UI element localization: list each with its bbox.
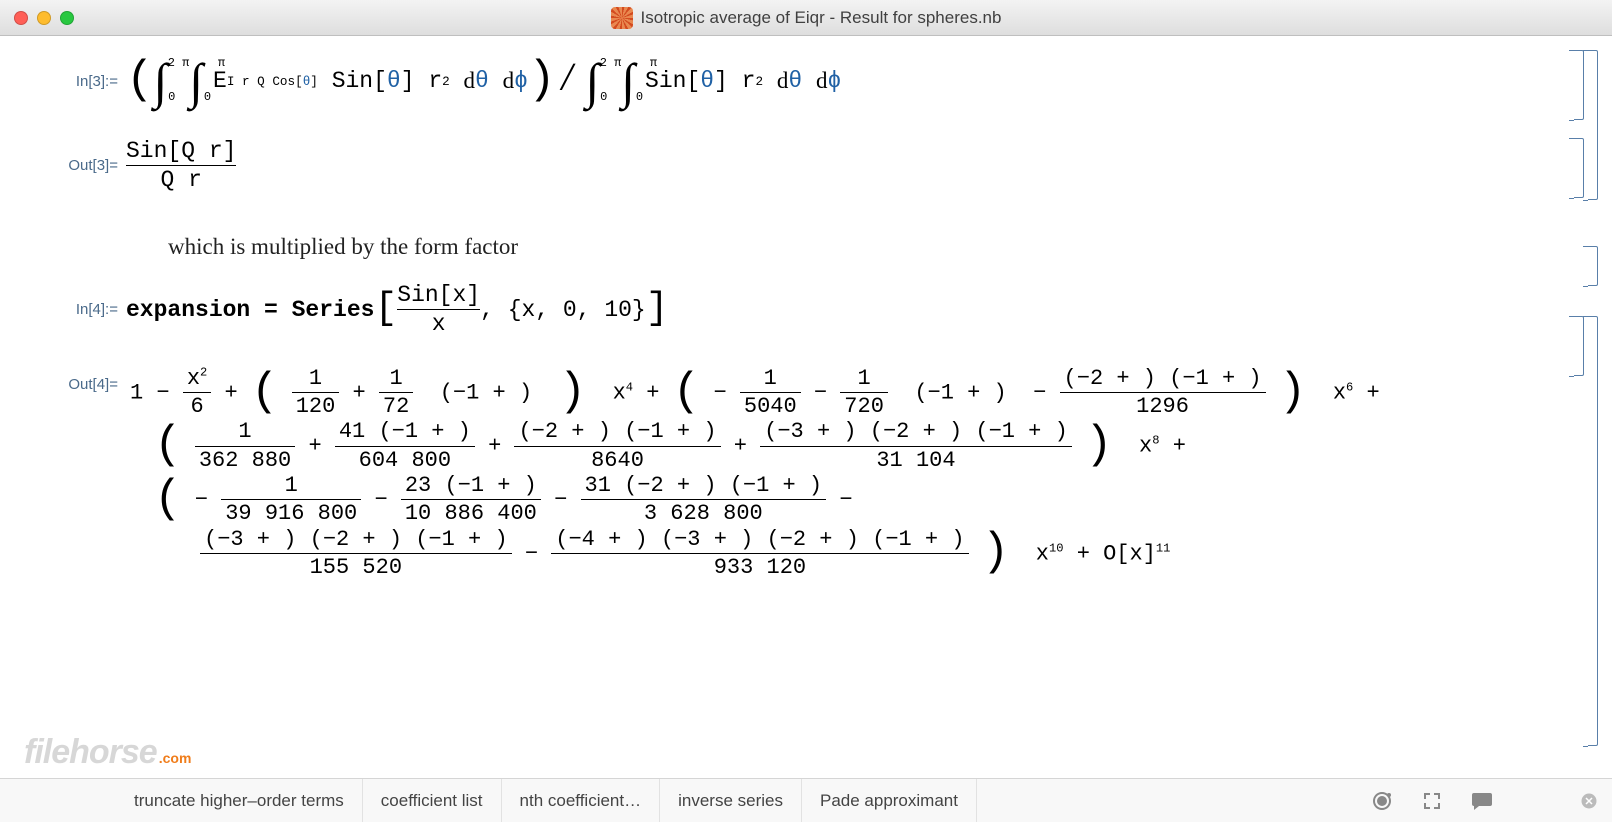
minimize-window-button[interactable]: [37, 11, 51, 25]
suggestion-inverse-series[interactable]: inverse series: [660, 779, 802, 822]
cell-bracket[interactable]: [1574, 50, 1584, 120]
cell-out3[interactable]: Sin[Q r] Q r: [126, 138, 236, 194]
cell-in4[interactable]: expansion = Series [ Sin[x] x , {x, 0, 1…: [126, 282, 669, 338]
window-title: Isotropic average of Eiqr - Result for s…: [641, 8, 1002, 28]
window-controls: [14, 11, 74, 25]
wolfram-alpha-icon[interactable]: [1370, 789, 1394, 813]
suggestion-truncate[interactable]: truncate higher–order terms: [116, 779, 363, 822]
cell-out4[interactable]: 1 − x2 6 + ( 1120 + 172 (−1 + ) ) x4 +: [130, 366, 1380, 580]
cell-bracket[interactable]: [1588, 246, 1598, 286]
app-icon: [611, 7, 633, 29]
close-suggestions-icon[interactable]: [1580, 792, 1598, 810]
cell-group-bracket[interactable]: [1588, 316, 1598, 746]
watermark: filehorse.com: [24, 733, 191, 772]
chat-icon[interactable]: [1470, 789, 1494, 813]
cell-label-in4: In[4]:=: [50, 301, 118, 318]
suggestion-nth-coefficient[interactable]: nth coefficient…: [502, 779, 661, 822]
expand-icon[interactable]: [1420, 789, 1444, 813]
cell-label-out4: Out[4]=: [50, 376, 118, 393]
cell-bracket[interactable]: [1574, 316, 1584, 376]
cell-group-bracket[interactable]: [1588, 50, 1598, 200]
suggestions-bar: truncate higher–order terms coefficient …: [0, 778, 1612, 822]
cell-label-in3: In[3]:=: [50, 73, 118, 90]
cell-bracket[interactable]: [1574, 138, 1584, 198]
suggestion-pade-approximant[interactable]: Pade approximant: [802, 779, 977, 822]
titlebar: Isotropic average of Eiqr - Result for s…: [0, 0, 1612, 36]
cell-label-out3: Out[3]=: [50, 157, 118, 174]
text-cell-form-factor[interactable]: which is multiplied by the form factor: [168, 234, 1552, 260]
notebook-area[interactable]: In[3]:= ( ∫2 π0 ∫π0 EI r Q Cos[θ] Sin[θ]…: [0, 36, 1612, 778]
suggestion-coefficient-list[interactable]: coefficient list: [363, 779, 502, 822]
cell-brackets: [1560, 36, 1604, 778]
zoom-window-button[interactable]: [60, 11, 74, 25]
cell-in3[interactable]: ( ∫2 π0 ∫π0 EI r Q Cos[θ] Sin[θ] r2 dθ d…: [126, 56, 841, 106]
close-window-button[interactable]: [14, 11, 28, 25]
